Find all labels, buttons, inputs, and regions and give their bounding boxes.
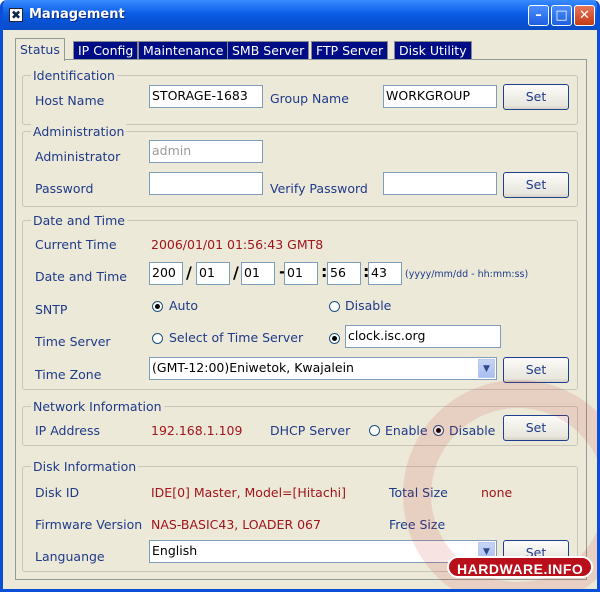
sntp-label: SNTP (35, 302, 68, 317)
sntp-auto-label: Auto (169, 298, 199, 313)
dhcp-disable-radio[interactable] (433, 425, 444, 436)
host-name-label: Host Name (35, 93, 105, 108)
current-time-value: 2006/01/01 01:56:43 GMT8 (151, 237, 324, 252)
tab-maintenance[interactable]: Maintenance (138, 41, 229, 60)
verify-password-label: Verify Password (270, 181, 368, 196)
group-name-input[interactable]: WORKGROUP (383, 85, 497, 108)
current-time-label: Current Time (35, 237, 117, 252)
hour-input[interactable]: 01 (284, 262, 318, 285)
tab-disk-utility[interactable]: Disk Utility (394, 41, 472, 60)
date-time-legend: Date and Time (31, 213, 127, 228)
ip-address-value: 192.168.1.109 (151, 423, 243, 438)
dhcp-server-label: DHCP Server (270, 423, 351, 438)
dhcp-disable-label: Disable (449, 423, 496, 438)
sntp-disable-radio[interactable] (329, 301, 340, 312)
total-size-value: none (481, 485, 513, 500)
disk-legend: Disk Information (31, 459, 139, 474)
window-title: Management (29, 7, 125, 22)
password-label: Password (35, 181, 94, 196)
close-button[interactable]: ✕ (574, 5, 595, 26)
month-input[interactable]: 01 (196, 262, 230, 285)
administration-set-button[interactable]: Set (503, 172, 569, 198)
language-select[interactable]: English ▼ (149, 540, 497, 563)
verify-password-input[interactable] (383, 172, 497, 195)
minute-input[interactable]: 56 (327, 262, 361, 285)
sntp-disable-label: Disable (345, 298, 392, 313)
administrator-input[interactable]: admin (149, 140, 263, 163)
tab-smb-server[interactable]: SMB Server (227, 41, 310, 60)
ip-address-label: IP Address (35, 423, 100, 438)
sntp-auto-radio[interactable] (152, 301, 163, 312)
identification-legend: Identification (31, 68, 117, 83)
disk-id-value: IDE[0] Master, Model=[Hitachi] (151, 485, 346, 500)
free-size-label: Free Size (389, 517, 446, 532)
dhcp-enable-radio[interactable] (369, 425, 380, 436)
time-server-input[interactable]: clock.isc.org (345, 325, 501, 348)
app-icon: ✖ (9, 8, 23, 22)
time-server-select-radio[interactable] (152, 333, 163, 344)
host-name-input[interactable]: STORAGE-1683 (149, 85, 263, 108)
maximize-button[interactable]: □ (551, 5, 572, 26)
firmware-version-value: NAS-BASIC43, LOADER 067 (151, 517, 321, 532)
time-zone-label: Time Zone (35, 367, 102, 382)
group-name-label: Group Name (270, 91, 349, 106)
disk-id-label: Disk ID (35, 485, 80, 500)
watermark-logo: HARDWARE.INFO (447, 556, 594, 578)
language-value: English (152, 543, 198, 558)
identification-group: Identification Host Name STORAGE-1683 Gr… (22, 68, 578, 125)
date-time-set-button[interactable]: Set (503, 357, 569, 383)
minimize-button[interactable]: – (528, 5, 549, 26)
chevron-down-icon[interactable]: ▼ (478, 359, 495, 378)
total-size-label: Total Size (389, 485, 448, 500)
year-input[interactable]: 200 (149, 262, 183, 285)
status-panel: Identification Host Name STORAGE-1683 Gr… (15, 59, 587, 580)
tab-status[interactable]: Status (15, 38, 65, 61)
time-server-label: Time Server (35, 334, 111, 349)
time-zone-value: (GMT-12:00)Eniwetok, Kwajalein (152, 360, 354, 375)
title-bar: ✖ Management – □ ✕ (3, 0, 597, 30)
date-and-time-label: Date and Time (35, 269, 127, 284)
administration-legend: Administration (31, 124, 127, 139)
date-time-group: Date and Time Current Time 2006/01/01 01… (22, 213, 578, 390)
network-group: Network Information IP Address 192.168.1… (22, 399, 578, 446)
dhcp-enable-label: Enable (385, 423, 428, 438)
language-label: Languange (35, 549, 105, 564)
second-input[interactable]: 43 (368, 262, 402, 285)
network-legend: Network Information (31, 399, 164, 414)
time-zone-select[interactable]: (GMT-12:00)Eniwetok, Kwajalein ▼ (149, 357, 497, 380)
administration-group: Administration Administrator admin Passw… (22, 124, 578, 207)
date-format-hint: (yyyy/mm/dd - hh:mm:ss) (405, 269, 529, 280)
day-input[interactable]: 01 (241, 262, 275, 285)
date-separator: / (186, 263, 192, 282)
tab-ftp-server[interactable]: FTP Server (311, 41, 389, 60)
password-input[interactable] (149, 172, 263, 195)
time-server-select-label: Select of Time Server (169, 330, 304, 345)
date-separator: / (233, 263, 239, 282)
time-server-custom-radio[interactable] (329, 333, 340, 344)
administrator-label: Administrator (35, 149, 121, 164)
identification-set-button[interactable]: Set (503, 84, 569, 110)
management-window: ✖ Management – □ ✕ Status IP Config Main… (0, 0, 600, 592)
firmware-version-label: Firmware Version (35, 517, 143, 532)
network-set-button[interactable]: Set (503, 415, 569, 441)
tab-ip-config[interactable]: IP Config (73, 41, 139, 60)
